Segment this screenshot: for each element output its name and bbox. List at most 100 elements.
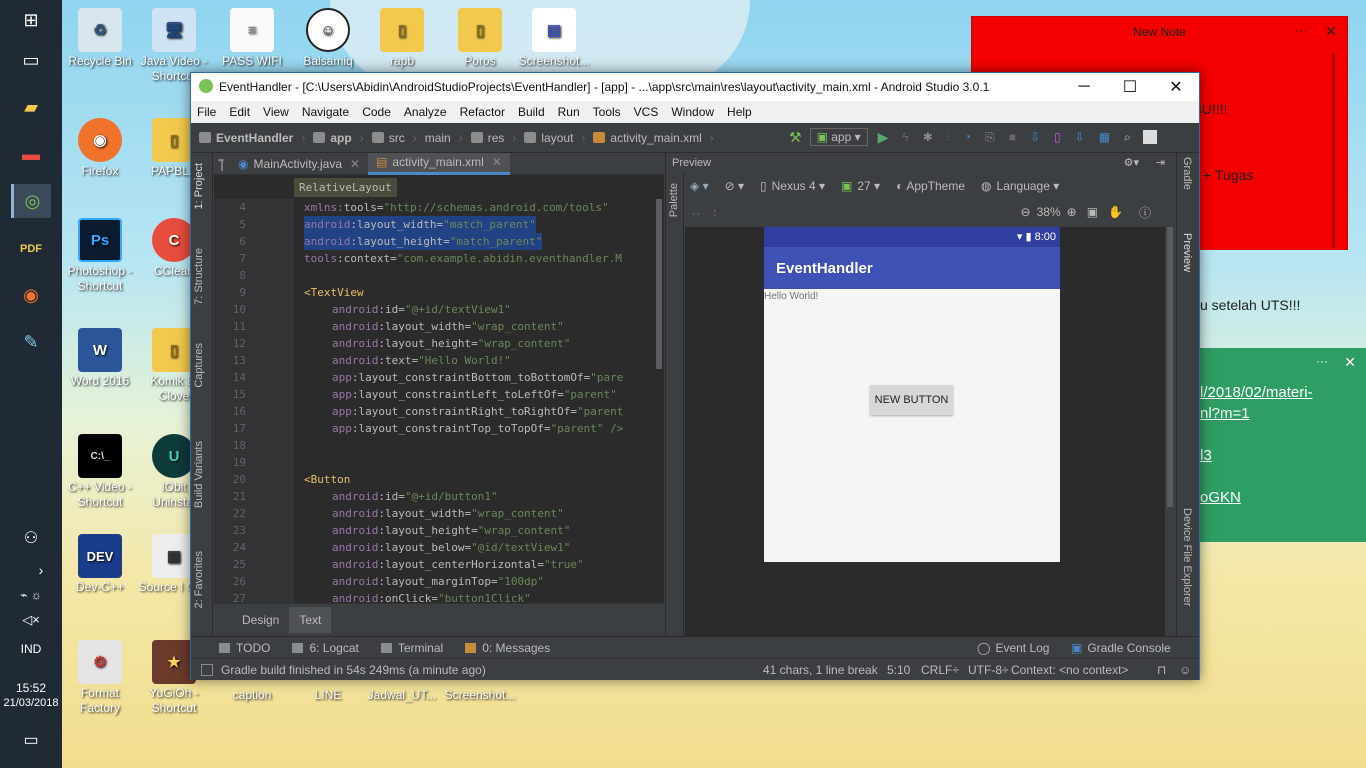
code-line[interactable]: 25 android:layout_centerHorizontal="true" <box>214 556 654 573</box>
menu-tools[interactable]: Tools <box>593 105 621 119</box>
code-line[interactable]: 12 android:layout_height="wrap_content" <box>214 335 654 352</box>
note-link[interactable]: nl?m=1 <box>1200 405 1250 422</box>
note-link[interactable]: oGKN <box>1200 489 1241 506</box>
people-icon[interactable]: ⚇ <box>0 528 62 548</box>
profile-icon[interactable]: ⫶ <box>947 130 950 145</box>
desktop-icon-screenshot-1[interactable]: ▤ Screenshot... <box>518 8 590 69</box>
tab-activity-main-xml[interactable]: ▤ activity_main.xml ✕ <box>368 152 510 175</box>
scrollbar-thumb[interactable] <box>656 199 662 369</box>
project-structure-icon[interactable]: ▦ <box>1099 130 1110 144</box>
code-line[interactable]: 9 <TextView <box>214 284 654 301</box>
tab-design[interactable]: Design <box>232 607 289 633</box>
code-line[interactable]: 17 app:layout_constraintTop_toTopOf="pare… <box>214 420 654 437</box>
menu-run[interactable]: Run <box>558 105 580 119</box>
run-config-select[interactable]: ▣ app ▾ <box>809 128 868 146</box>
menu-file[interactable]: File <box>197 105 216 119</box>
code-line[interactable]: 15 app:layout_constraintLeft_toLeftOf="pa… <box>214 386 654 403</box>
tab-messages[interactable]: 0: Messages <box>465 641 550 655</box>
sync-gradle-icon[interactable]: ⇩ <box>1030 130 1040 144</box>
tab-structure[interactable]: 7: Structure <box>193 248 205 305</box>
profiler-icon[interactable]: ◔ <box>964 130 971 144</box>
task-view-button[interactable]: ▭ <box>11 43 51 77</box>
toggle-tool-windows-icon[interactable] <box>201 663 213 676</box>
desktop-icon-format-factory[interactable]: ⚙ Format Factory <box>64 640 136 716</box>
run-icon[interactable]: ▶ <box>878 129 889 146</box>
desktop-icon-rapb[interactable]: ▯ rapb <box>366 8 438 69</box>
pan-icon[interactable]: ✋ <box>1108 205 1123 219</box>
volume-icon[interactable]: ◁× <box>0 612 62 628</box>
tab-main-activity[interactable]: ◉ MainActivity.java ✕ <box>230 153 368 175</box>
line-separator[interactable]: CRLF÷ <box>921 663 959 677</box>
language-indicator[interactable]: IND <box>0 642 62 656</box>
context-info[interactable]: Context: <no context> <box>1011 663 1128 677</box>
code-line[interactable]: 11 android:layout_width="wrap_content" <box>214 318 654 335</box>
code-line[interactable]: 26 android:layout_marginTop="100dp" <box>214 573 654 590</box>
zoom-in-icon[interactable]: ⊕ <box>1067 205 1077 219</box>
code-line[interactable]: 7 tools:context="com.example.abidin.event… <box>214 250 654 267</box>
avd-manager-icon[interactable]: ▯ <box>1054 130 1061 144</box>
note-link[interactable]: l3 <box>1200 447 1212 464</box>
debug-icon[interactable]: ✱ <box>923 130 933 144</box>
tab-terminal[interactable]: Terminal <box>380 641 443 655</box>
chevron-up-icon[interactable]: › <box>0 562 62 578</box>
clock-date[interactable]: 21/03/2018 <box>0 697 62 709</box>
breadcrumb-main[interactable]: main › <box>425 131 463 145</box>
code-line[interactable]: 19 <box>214 454 654 471</box>
code-line[interactable]: 16 app:layout_constraintRight_toRightOf="… <box>214 403 654 420</box>
sdk-manager-icon[interactable]: ⇩ <box>1075 130 1085 144</box>
inspector-icon[interactable]: ☺ <box>1179 663 1191 677</box>
menu-help[interactable]: Help <box>727 105 752 119</box>
more-icon[interactable]: ··· <box>1295 23 1307 37</box>
gear-icon[interactable]: ⚙▾ <box>1124 156 1139 169</box>
desktop-icon-photoshop[interactable]: Ps Photoshop - Shortcut <box>64 218 136 294</box>
xml-breadcrumb-relativelayout[interactable]: RelativeLayout <box>294 177 397 197</box>
tab-build-variants[interactable]: Build Variants <box>193 441 205 508</box>
hello-textview[interactable]: Hello World! <box>764 289 1060 304</box>
close-tab-icon[interactable]: ✕ <box>492 155 502 169</box>
code-line[interactable]: 22 android:layout_width="wrap_content" <box>214 505 654 522</box>
taskbar-file-explorer[interactable]: ▰ <box>11 90 51 124</box>
code-line[interactable]: 21 android:id="@+id/button1" <box>214 488 654 505</box>
tab-todo[interactable]: TODO <box>219 641 270 655</box>
menu-edit[interactable]: Edit <box>229 105 250 119</box>
desktop-icon-line[interactable]: LINE <box>292 688 364 703</box>
code-line[interactable]: 6 android:layout_height="match_parent" <box>214 233 654 250</box>
desktop-icon-balsamiq[interactable]: ☺ Balsamiq <box>292 8 364 69</box>
menu-refactor[interactable]: Refactor <box>460 105 505 119</box>
code-line[interactable]: 18 <box>214 437 654 454</box>
layers-icon[interactable]: ◈ ▾ <box>690 179 709 193</box>
theme-select[interactable]: ◐ AppTheme <box>896 179 965 193</box>
warning-icon[interactable]: ⓘ <box>1139 204 1151 221</box>
note-link[interactable]: l/2018/02/materi- <box>1200 384 1313 401</box>
breadcrumb-res[interactable]: res › <box>470 131 516 145</box>
breadcrumb-src[interactable]: src › <box>371 131 417 145</box>
lock-icon[interactable]: ⊓ <box>1157 663 1166 677</box>
menu-analyze[interactable]: Analyze <box>404 105 447 119</box>
language-select[interactable]: ◍ Language ▾ <box>981 179 1059 193</box>
menu-window[interactable]: Window <box>671 105 714 119</box>
file-encoding[interactable]: UTF-8÷ <box>968 663 1009 677</box>
tab-device-file-explorer[interactable]: Device File Explorer <box>1181 508 1193 606</box>
code-line[interactable]: 13 android:text="Hello World!" <box>214 352 654 369</box>
orientation-icon[interactable]: ⊘ ▾ <box>725 179 744 193</box>
close-button[interactable]: ✕ <box>1153 73 1199 101</box>
menu-view[interactable]: View <box>263 105 289 119</box>
tab-event-log[interactable]: ◯ Event Log <box>977 641 1049 655</box>
more-icon[interactable]: ··· <box>1316 354 1328 368</box>
desktop-icon-screenshot-2[interactable]: Screenshot... <box>444 688 516 703</box>
close-icon[interactable]: ✕ <box>1325 23 1337 40</box>
desktop-icon-devcpp[interactable]: DEV Dev-C++ <box>64 534 136 595</box>
zoom-fit-icon[interactable]: ▣ <box>1087 205 1098 219</box>
desktop-icon-cpp-video[interactable]: C:\_ C++ Video - Shortcut <box>64 434 136 510</box>
scrollbar-thumb[interactable] <box>1167 227 1173 507</box>
code-line[interactable]: 5 android:layout_width="match_parent" <box>214 216 654 233</box>
desktop-icon-word[interactable]: W Word 2016 <box>64 328 136 389</box>
cursor-position[interactable]: 5:10 <box>887 663 910 677</box>
zoom-out-icon[interactable]: ⊖ <box>1021 205 1031 219</box>
breadcrumb-file[interactable]: activity_main.xml › <box>593 131 714 145</box>
tab-gradle-console[interactable]: ▣ Gradle Console <box>1071 641 1171 655</box>
note-scrollbar[interactable] <box>1332 53 1335 248</box>
code-line[interactable]: 10 android:id="@+id/textView1" <box>214 301 654 318</box>
code-line[interactable]: 23 android:layout_height="wrap_content" <box>214 522 654 539</box>
code-line[interactable]: 20 <Button <box>214 471 654 488</box>
